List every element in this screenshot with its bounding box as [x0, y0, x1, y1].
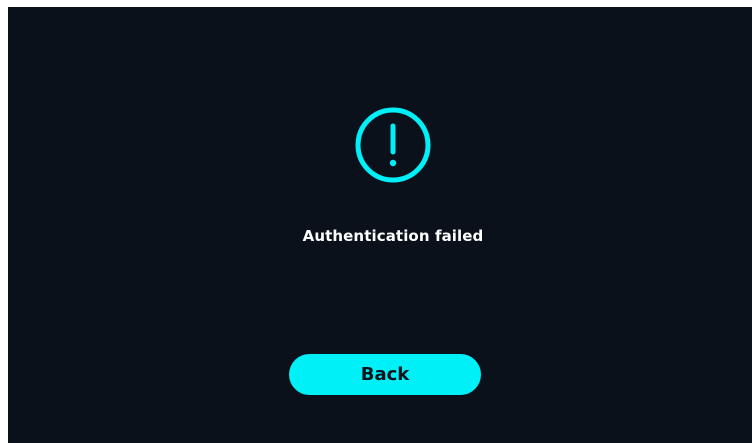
- auth-failed-screen: Authentication failed Back: [8, 7, 752, 443]
- exclamation-circle-icon: [355, 107, 431, 183]
- error-message: Authentication failed: [302, 227, 484, 245]
- back-button[interactable]: Back: [289, 354, 481, 395]
